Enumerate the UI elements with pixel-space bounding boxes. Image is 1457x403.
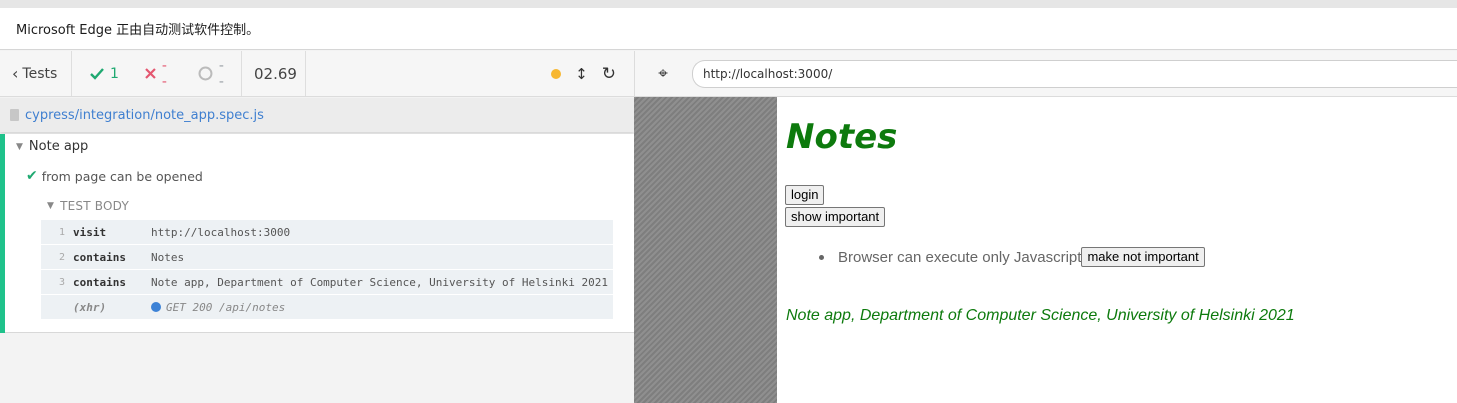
failed-stat[interactable]: -- [145, 58, 172, 90]
test-body-toggle[interactable]: ▼ TEST BODY [47, 199, 129, 213]
test-title[interactable]: ✔ from page can be opened [26, 168, 203, 184]
command-message: GET 200 /api/notes [166, 300, 286, 314]
bullet-icon [819, 254, 824, 260]
command-number: 1 [58, 226, 65, 238]
resize-arrows-icon[interactable]: ↕ [575, 65, 588, 83]
list-item: Browser can execute only Javascript make… [805, 247, 1205, 267]
command-row[interactable]: 1 visit http://localhost:3000 [41, 220, 613, 245]
pending-count: -- [218, 57, 224, 90]
aut-header: ⌖ http://localhost:3000/ [634, 51, 1457, 97]
check-icon [90, 67, 104, 80]
aut-background [634, 97, 777, 403]
toggle-importance-button[interactable]: make not important [1081, 247, 1205, 267]
show-important-button[interactable]: show important [785, 207, 886, 227]
suite-title-text: Note app [28, 139, 89, 154]
triangle-down-icon: ▼ [16, 141, 23, 152]
spec-file-path[interactable]: cypress/integration/note_app.spec.js [25, 108, 264, 123]
duration-value: 02.69 [254, 64, 297, 83]
page-title: Notes [786, 117, 898, 157]
command-number: 2 [58, 251, 65, 263]
test-stats: 1 -- -- [72, 51, 242, 96]
check-icon: ✔ [26, 168, 38, 184]
suite-title[interactable]: ▼ Note app [16, 139, 88, 154]
url-text: http://localhost:3000/ [703, 66, 833, 81]
test-title-text: from page can be opened [41, 168, 203, 184]
login-button[interactable]: login [785, 185, 825, 205]
app-footer: Note app, Department of Computer Science… [786, 307, 1295, 324]
command-row[interactable]: 2 contains Notes [41, 245, 613, 270]
file-icon [10, 109, 19, 121]
command-name: visit [73, 225, 107, 239]
url-bar[interactable]: http://localhost:3000/ [692, 59, 1457, 88]
passed-count: 1 [110, 65, 119, 82]
reporter-controls: ↕ ↻ [539, 51, 634, 96]
command-name: contains [73, 275, 126, 289]
command-message: Note app, Department of Computer Science… [151, 275, 608, 289]
command-name: (xhr) [73, 300, 107, 314]
x-icon [145, 68, 156, 79]
chevron-left-icon: ‹ [12, 64, 19, 83]
passed-indicator-strip [0, 134, 5, 333]
pending-circle-icon [198, 66, 213, 81]
note-content: Browser can execute only Javascript [838, 248, 1082, 266]
command-log: 1 visit http://localhost:3000 2 contains… [41, 220, 613, 320]
command-number: 3 [58, 276, 65, 288]
crosshair-icon[interactable]: ⌖ [653, 64, 673, 84]
reporter-header: ‹ Tests 1 -- -- 02.69 ↕ ↻ [0, 51, 634, 97]
tests-button[interactable]: ‹ Tests [0, 51, 72, 96]
passed-stat[interactable]: 1 [90, 66, 119, 82]
spec-file-header: cypress/integration/note_app.spec.js [0, 98, 634, 132]
running-status-indicator [551, 68, 562, 79]
triangle-down-icon: ▼ [47, 201, 55, 211]
tests-label: Tests [22, 65, 58, 82]
reload-icon[interactable]: ↻ [602, 64, 616, 84]
failed-count: -- [161, 57, 167, 90]
command-message: Notes [151, 250, 185, 264]
app-viewport: Notes login show important Browser can e… [777, 97, 1457, 403]
test-body-label: TEST BODY [60, 199, 129, 213]
automation-banner: Microsoft Edge 正由自动测试软件控制。 [0, 8, 1457, 50]
automation-banner-text: Microsoft Edge 正由自动测试软件控制。 [16, 23, 260, 38]
command-name: contains [73, 250, 126, 264]
command-row[interactable]: 3 contains Note app, Department of Compu… [41, 270, 613, 295]
duration: 02.69 [242, 51, 306, 96]
command-message: http://localhost:3000 [151, 225, 291, 239]
runnables-panel: ▼ Note app ✔ from page can be opened ▼ T… [0, 134, 634, 333]
pending-stat[interactable]: -- [198, 58, 229, 90]
request-status-icon [151, 302, 161, 312]
notes-list: Browser can execute only Javascript make… [805, 247, 1205, 267]
xhr-command-row[interactable]: (xhr) GET 200 /api/notes [41, 295, 613, 320]
